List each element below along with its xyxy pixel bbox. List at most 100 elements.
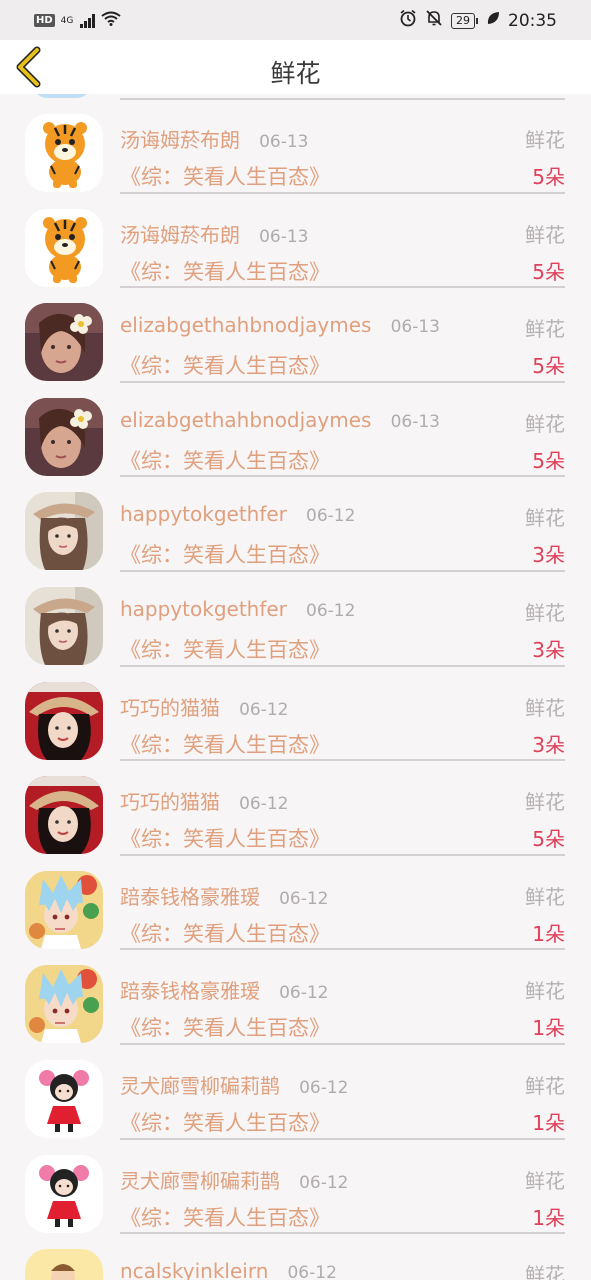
avatar[interactable] — [25, 303, 103, 382]
gift-type: 鲜花 — [525, 790, 565, 815]
user-name[interactable]: 汤诲姆菸布朗 — [120, 223, 240, 247]
gift-row[interactable]: happytokgethfer 06-12 《综：笑看人生百态》 鲜花 3朵 — [0, 567, 591, 667]
gift-count: 5朵 — [532, 259, 565, 284]
gift-row[interactable]: 灵犬廊雪柳碥莉鹊 06-12 《综：笑看人生百态》 鲜花 1朵 — [0, 1040, 591, 1140]
user-name[interactable]: 巧巧的猫猫 — [120, 790, 220, 814]
gift-count: 5朵 — [532, 165, 565, 189]
gift-count: 5朵 — [532, 448, 565, 473]
gift-type: 鲜花 — [525, 1263, 565, 1280]
gift-type: 鲜花 — [525, 695, 565, 720]
user-name[interactable]: ncalskyinkleirn — [120, 1259, 268, 1280]
gift-row[interactable]: ncalskyinkleirn 06-12 鲜花 — [0, 1229, 591, 1280]
gift-row[interactable]: happytokgethfer 06-12 《综：笑看人生百态》 鲜花 3朵 — [0, 472, 591, 572]
user-name[interactable]: happytokgethfer — [120, 597, 287, 621]
gift-count: 1朵 — [532, 1205, 565, 1230]
user-name[interactable]: elizabgethahbnodjaymes — [120, 313, 371, 337]
gift-type: 鲜花 — [525, 411, 565, 436]
status-bar: HD 4G 29 20:35 — [0, 0, 591, 40]
avatar[interactable] — [25, 1154, 103, 1233]
gift-type: 鲜花 — [525, 317, 565, 342]
gift-date: 06-12 — [306, 506, 356, 527]
bell-off-icon — [425, 9, 443, 32]
gift-count: 1朵 — [532, 921, 565, 946]
gift-row[interactable]: elizabgethahbnodjaymes 06-13 《综：笑看人生百态》 … — [0, 378, 591, 478]
book-title[interactable]: 《综：笑看人生百态》 — [120, 729, 330, 759]
nav-bar: 鲜花 — [0, 40, 591, 94]
avatar[interactable] — [25, 492, 103, 571]
gift-type: 鲜花 — [525, 1074, 565, 1098]
gift-date: 06-13 — [390, 317, 440, 338]
book-title[interactable]: 《综：笑看人生百态》 — [120, 1012, 330, 1042]
gift-row[interactable]: 灵犬廊雪柳碥莉鹊 06-12 《综：笑看人生百态》 鲜花 1朵 — [0, 1135, 591, 1235]
user-name[interactable]: 巧巧的猫猫 — [120, 696, 220, 720]
avatar[interactable] — [25, 776, 103, 855]
gift-count: 1朵 — [532, 1111, 565, 1135]
avatar[interactable] — [25, 587, 103, 665]
avatar[interactable] — [25, 965, 103, 1044]
avatar[interactable] — [25, 681, 103, 760]
gift-type: 鲜花 — [525, 222, 565, 247]
user-name[interactable]: 汤诲姆菸布朗 — [120, 128, 240, 152]
gift-date: 06-12 — [239, 794, 289, 815]
user-name[interactable]: 踣泰钱格豪雅瑷 — [120, 979, 260, 1003]
avatar[interactable] — [25, 208, 103, 287]
hd-badge: HD — [34, 14, 55, 27]
gift-date: 06-12 — [279, 983, 329, 1004]
gift-row[interactable]: 踣泰钱格豪雅瑷 06-12 《综：笑看人生百态》 鲜花 1朵 — [0, 851, 591, 951]
book-title[interactable]: 《综：笑看人生百态》 — [120, 823, 330, 853]
gift-row[interactable]: 汤诲姆菸布朗 06-13 《综：笑看人生百态》 鲜花 5朵 — [0, 94, 591, 194]
gift-row[interactable]: elizabgethahbnodjaymes 06-13 《综：笑看人生百态》 … — [0, 283, 591, 383]
gift-date: 06-13 — [259, 132, 309, 152]
avatar[interactable] — [25, 1249, 103, 1280]
gift-date: 06-12 — [306, 601, 356, 621]
alarm-icon — [399, 9, 417, 32]
gift-type: 鲜花 — [525, 884, 565, 909]
avatar[interactable] — [25, 397, 103, 476]
book-title[interactable]: 《综：笑看人生百态》 — [120, 918, 330, 948]
gift-row[interactable]: 汤诲姆菸布朗 06-13 《综：笑看人生百态》 鲜花 5朵 — [0, 189, 591, 289]
gift-count: 5朵 — [532, 827, 565, 852]
gift-type: 鲜花 — [525, 1168, 565, 1193]
gift-count: 3朵 — [532, 732, 565, 757]
network-type: 4G — [60, 15, 74, 26]
avatar[interactable] — [25, 1060, 103, 1138]
gift-date: 06-12 — [239, 699, 289, 720]
book-title[interactable]: 《综：笑看人生百态》 — [120, 445, 330, 475]
book-title[interactable]: 《综：笑看人生百态》 — [120, 256, 330, 286]
gift-type: 鲜花 — [525, 128, 565, 152]
user-name[interactable]: 灵犬廊雪柳碥莉鹊 — [120, 1074, 280, 1098]
gift-date: 06-13 — [390, 411, 440, 432]
book-title[interactable]: 《综：笑看人生百态》 — [120, 161, 330, 191]
gift-row[interactable]: 巧巧的猫猫 06-12 《综：笑看人生百态》 鲜花 3朵 — [0, 662, 591, 762]
user-name[interactable]: happytokgethfer — [120, 502, 287, 526]
gift-date: 06-12 — [299, 1078, 349, 1098]
book-title[interactable]: 《综：笑看人生百态》 — [120, 350, 330, 380]
user-name[interactable]: 灵犬廊雪柳碥莉鹊 — [120, 1169, 280, 1193]
avatar[interactable] — [25, 114, 103, 192]
book-title[interactable]: 《综：笑看人生百态》 — [120, 1202, 330, 1232]
clock-time: 20:35 — [508, 10, 557, 31]
user-name[interactable]: 踣泰钱格豪雅瑷 — [120, 885, 260, 909]
gift-count: 1朵 — [532, 1016, 565, 1041]
gift-type: 鲜花 — [525, 979, 565, 1004]
avatar[interactable] — [25, 870, 103, 949]
page-title: 鲜花 — [270, 59, 321, 88]
gift-list[interactable]: 汤诲姆菸布朗 06-13 《综：笑看人生百态》 鲜花 5朵 汤诲姆菸布朗 06-… — [0, 94, 591, 1280]
gift-row[interactable]: 踣泰钱格豪雅瑷 06-12 《综：笑看人生百态》 鲜花 1朵 — [0, 945, 591, 1045]
gift-date: 06-13 — [259, 226, 309, 247]
book-title[interactable]: 《综：笑看人生百态》 — [120, 1107, 330, 1137]
battery-icon: 29 — [451, 12, 478, 29]
signal-icon — [80, 13, 96, 28]
book-title[interactable]: 《综：笑看人生百态》 — [120, 634, 330, 664]
book-title[interactable]: 《综：笑看人生百态》 — [120, 539, 330, 569]
leaf-icon — [486, 10, 500, 31]
gift-count: 3朵 — [532, 638, 565, 662]
gift-date: 06-12 — [279, 888, 329, 909]
gift-row[interactable]: 巧巧的猫猫 06-12 《综：笑看人生百态》 鲜花 5朵 — [0, 756, 591, 856]
wifi-icon — [101, 10, 121, 31]
gift-date: 06-12 — [299, 1172, 349, 1193]
user-name[interactable]: elizabgethahbnodjaymes — [120, 408, 371, 432]
gift-count: 5朵 — [532, 354, 565, 379]
gift-count: 3朵 — [532, 543, 565, 568]
gift-type: 鲜花 — [525, 601, 565, 625]
